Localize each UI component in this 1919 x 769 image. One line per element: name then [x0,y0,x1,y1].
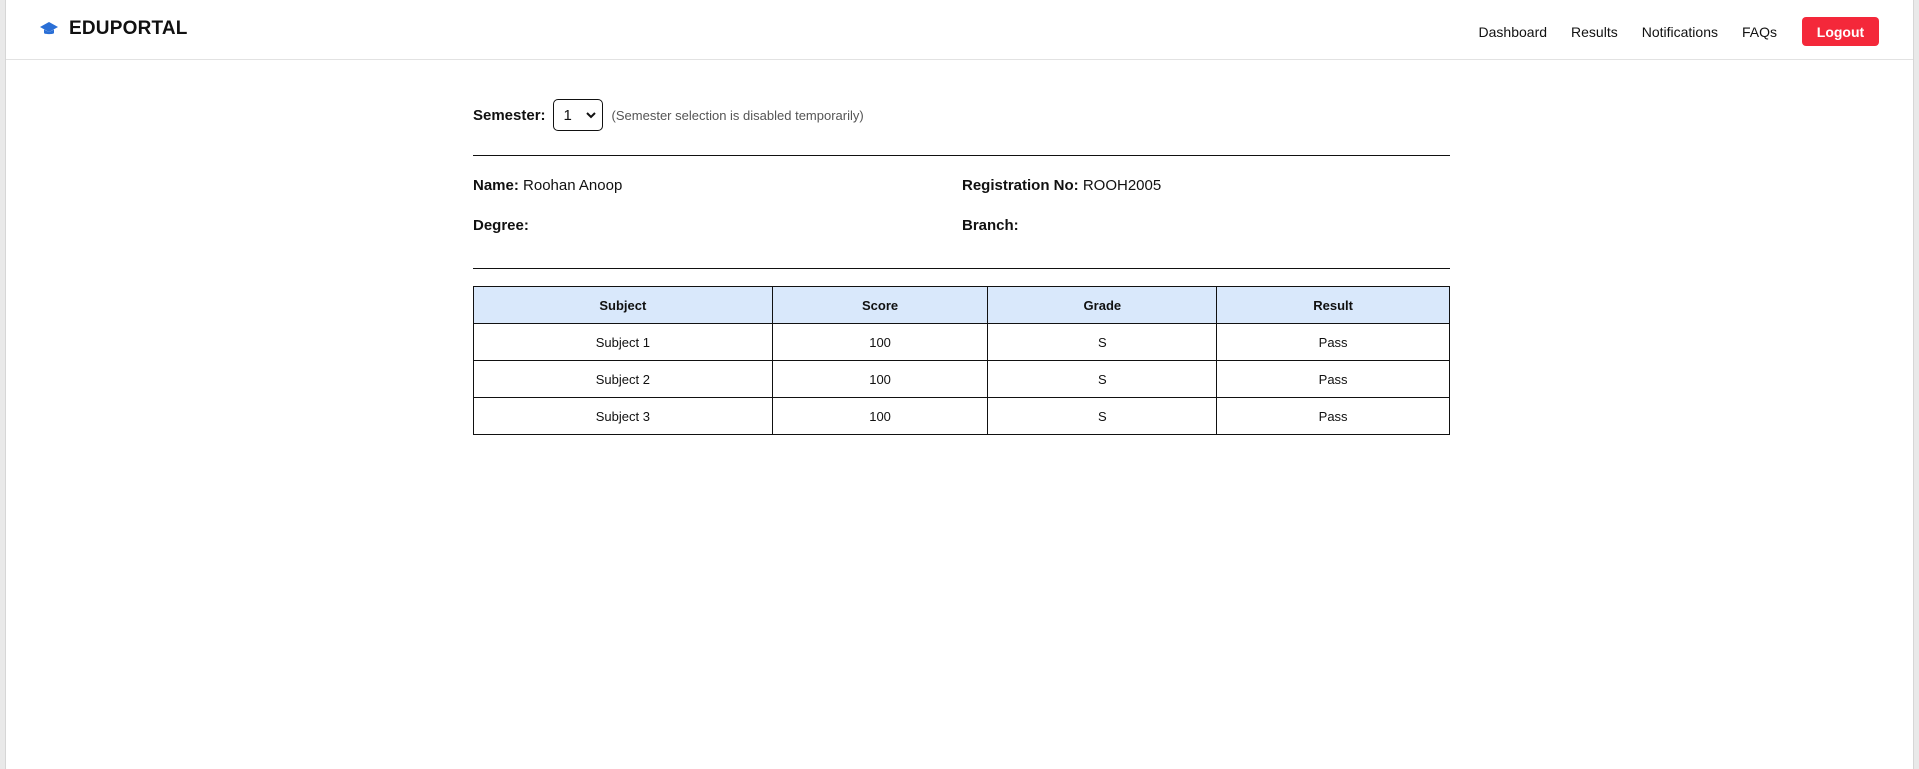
result-cell: Pass [1216,323,1450,361]
subject-cell: Subject 1 [473,323,773,361]
degree-label: Degree: [473,217,529,234]
branch-label: Branch: [962,217,1019,234]
navbar: EDUPORTAL Dashboard Results Notification… [6,0,1913,60]
grade-cell: S [987,323,1218,361]
column-header-result: Result [1216,286,1450,324]
score-cell: 100 [771,360,989,398]
nav-link-dashboard[interactable]: Dashboard [1479,24,1548,40]
student-branch: Branch: [962,217,1019,234]
column-header-grade: Grade [987,286,1218,324]
subject-cell: Subject 3 [473,397,773,435]
chevron-down-icon [585,112,596,119]
table-header-row: Subject Score Grade Result [473,286,1450,324]
divider [473,155,1450,156]
logout-button[interactable]: Logout [1802,17,1879,46]
table-row: Subject 1 100 S Pass [473,323,1450,361]
nav-link-faqs[interactable]: FAQs [1742,24,1777,40]
divider [473,268,1450,269]
semester-selected-value: 1 [563,106,572,124]
brand[interactable]: EDUPORTAL [39,18,188,40]
subject-cell: Subject 2 [473,360,773,398]
brand-name: EDUPORTAL [69,18,188,39]
nav-link-notifications[interactable]: Notifications [1642,24,1718,40]
grade-cell: S [987,360,1218,398]
student-degree: Degree: [473,217,529,234]
results-table: Subject Score Grade Result Subject 1 100… [473,286,1450,435]
student-registration: Registration No: ROOH2005 [962,177,1161,194]
result-cell: Pass [1216,397,1450,435]
score-cell: 100 [771,323,989,361]
result-cell: Pass [1216,360,1450,398]
name-value: Roohan Anoop [523,177,623,194]
semester-select[interactable]: 1 [552,99,603,131]
student-name: Name: Roohan Anoop [473,177,622,194]
semester-row: Semester: 1 (Semester selection is disab… [473,99,864,131]
column-header-score: Score [771,286,989,324]
grade-cell: S [987,397,1218,435]
graduation-cap-icon [40,22,58,35]
registration-label: Registration No: [962,177,1079,194]
table-row: Subject 2 100 S Pass [473,360,1450,398]
name-label: Name: [473,177,519,194]
table-row: Subject 3 100 S Pass [473,397,1450,435]
semester-disabled-note: (Semester selection is disabled temporar… [611,107,864,123]
score-cell: 100 [771,397,989,435]
nav-link-results[interactable]: Results [1571,24,1618,40]
nav-links: Dashboard Results Notifications FAQs Log… [1479,17,1879,46]
browser-viewport: EDUPORTAL Dashboard Results Notification… [5,0,1914,769]
semester-label: Semester: [473,106,546,124]
column-header-subject: Subject [473,286,773,324]
registration-value: ROOH2005 [1082,177,1162,194]
